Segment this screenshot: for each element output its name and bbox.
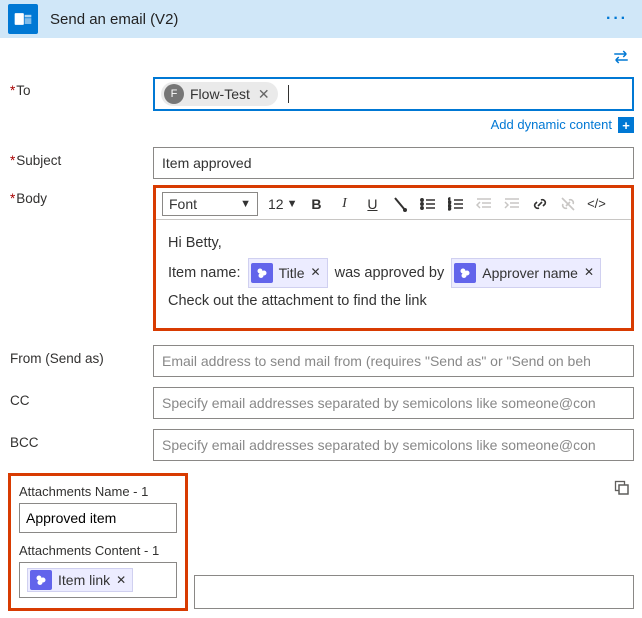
text-caret	[288, 85, 289, 103]
token-title[interactable]: Title ✕	[248, 258, 328, 289]
attachment-content-input[interactable]: Item link ✕	[19, 562, 177, 598]
attachments-section: Attachments Name - 1 Attachments Content…	[8, 473, 634, 611]
attachment-content-label: Attachments Content - 1	[19, 543, 177, 558]
attachment-content-outer[interactable]	[194, 575, 634, 609]
token-remove-icon[interactable]: ✕	[116, 573, 126, 587]
switch-array-mode-icon[interactable]	[610, 476, 634, 503]
cc-input[interactable]	[153, 387, 634, 419]
header-menu-button[interactable]: ···	[606, 0, 628, 38]
dynamic-content-plus-icon[interactable]: +	[618, 117, 634, 133]
sharepoint-token-icon	[251, 263, 273, 283]
svg-text:3: 3	[448, 206, 451, 211]
action-title: Send an email (V2)	[50, 11, 178, 28]
sharepoint-token-icon	[30, 570, 52, 590]
recipient-chip[interactable]: F Flow-Test ✕	[161, 82, 278, 106]
subject-input[interactable]	[153, 147, 634, 179]
token-remove-icon[interactable]: ✕	[584, 261, 594, 284]
outlook-icon	[8, 4, 38, 34]
attachment-name-label: Attachments Name - 1	[19, 484, 177, 499]
sharepoint-token-icon	[454, 263, 476, 283]
body-line-closing: Check out the attachment to find the lin…	[168, 288, 619, 316]
swap-icon[interactable]	[612, 50, 630, 67]
body-label: *Body	[8, 185, 153, 206]
token-remove-icon[interactable]: ✕	[311, 261, 321, 284]
outdent-button[interactable]	[471, 191, 497, 217]
link-button[interactable]	[527, 191, 553, 217]
bold-button[interactable]: B	[303, 191, 329, 217]
code-view-button[interactable]: </>	[583, 191, 609, 217]
cc-label: CC	[8, 387, 153, 408]
from-label: From (Send as)	[8, 345, 153, 366]
bcc-label: BCC	[8, 429, 153, 450]
size-select[interactable]: 12▼	[264, 192, 301, 216]
body-editor: Font▼ 12▼ B I U 123 </> Hi Betty,	[153, 185, 634, 331]
indent-button[interactable]	[499, 191, 525, 217]
token-item-link[interactable]: Item link ✕	[27, 568, 133, 592]
to-label: *To	[8, 77, 153, 98]
remove-recipient-icon[interactable]: ✕	[258, 86, 270, 103]
rte-toolbar: Font▼ 12▼ B I U 123 </>	[156, 188, 631, 220]
bcc-input[interactable]	[153, 429, 634, 461]
color-button[interactable]	[387, 191, 413, 217]
add-dynamic-content-link[interactable]: Add dynamic content	[491, 117, 612, 133]
italic-button[interactable]: I	[331, 191, 357, 217]
number-list-button[interactable]: 123	[443, 191, 469, 217]
avatar: F	[164, 84, 184, 104]
body-line-greeting: Hi Betty,	[168, 230, 619, 258]
from-input[interactable]	[153, 345, 634, 377]
body-content[interactable]: Hi Betty, Item name: Title ✕ was approve…	[156, 220, 631, 328]
to-input[interactable]: F Flow-Test ✕	[153, 77, 634, 111]
bullet-list-button[interactable]	[415, 191, 441, 217]
underline-button[interactable]: U	[359, 191, 385, 217]
subject-label: *Subject	[8, 147, 153, 168]
recipient-name: Flow-Test	[190, 86, 250, 102]
font-select[interactable]: Font▼	[162, 192, 258, 216]
body-line-item: Item name: Title ✕ was approved by Appro…	[168, 258, 619, 289]
unlink-button[interactable]	[555, 191, 581, 217]
action-header: Send an email (V2) ···	[0, 0, 642, 38]
attachments-highlight: Attachments Name - 1 Attachments Content…	[8, 473, 188, 611]
token-approver[interactable]: Approver name ✕	[451, 258, 601, 289]
attachment-name-input[interactable]	[19, 503, 177, 533]
